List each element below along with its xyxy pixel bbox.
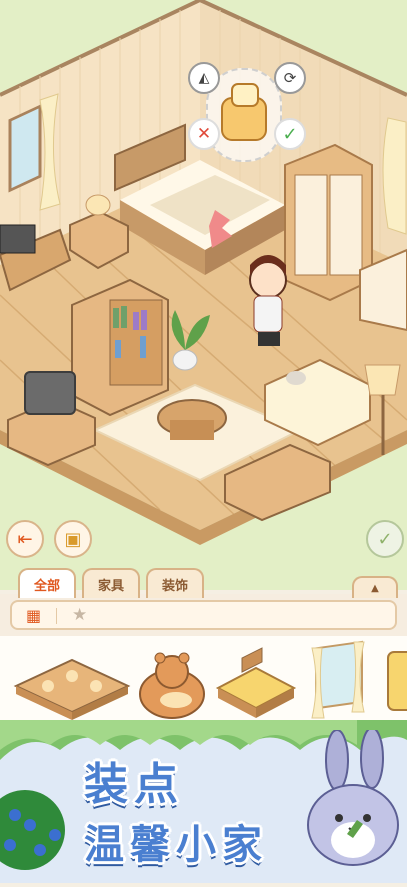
- filter-bar: ▦ ★: [10, 600, 397, 630]
- rotate-icon: ⟳: [283, 69, 297, 87]
- tab-all[interactable]: 全部: [18, 568, 77, 598]
- banner-title-line1: 装点: [84, 759, 184, 810]
- list-item[interactable]: [10, 642, 132, 722]
- star-icon[interactable]: ★: [72, 605, 87, 625]
- cancel-place-button[interactable]: ✕: [188, 118, 220, 150]
- check-icon: ✓: [282, 123, 298, 145]
- store-all-button[interactable]: ▣: [54, 520, 92, 558]
- room-scene[interactable]: ◭ ⟳ ✕ ✓ ⇤ ▣ ✓: [0, 0, 407, 590]
- divider: [56, 608, 57, 624]
- item-list: [0, 636, 407, 732]
- chevron-up-icon: ▲: [371, 582, 379, 594]
- partial-item-icon: [387, 651, 407, 711]
- tab-decoration[interactable]: 装饰: [146, 568, 205, 598]
- promo-banner: 装点 温馨小家: [0, 700, 407, 883]
- exit-icon: ⇤: [17, 528, 33, 550]
- flip-button[interactable]: ◭: [188, 62, 220, 94]
- exit-button[interactable]: ⇤: [6, 520, 44, 558]
- check-icon: ✓: [377, 528, 393, 550]
- confirm-place-button[interactable]: ✓: [274, 118, 306, 150]
- banner-title-line2: 温馨小家: [84, 822, 268, 868]
- list-item[interactable]: [212, 642, 298, 722]
- bunny-mascot-icon: [307, 730, 399, 866]
- confirm-layout-button[interactable]: ✓: [366, 520, 404, 558]
- collapse-panel-button[interactable]: ▲: [352, 576, 398, 598]
- corner-sofa-icon: [13, 658, 131, 720]
- list-item[interactable]: [384, 646, 407, 716]
- grid-icon[interactable]: ▦: [26, 606, 41, 625]
- tab-furniture[interactable]: 家具: [82, 568, 141, 598]
- bear-cushion-icon: [139, 652, 205, 719]
- curtain-window-icon: [311, 640, 365, 719]
- close-icon: ✕: [196, 124, 212, 144]
- list-item[interactable]: [304, 638, 372, 724]
- list-item[interactable]: [134, 642, 210, 722]
- wooden-bed-icon: [215, 647, 297, 718]
- rotate-button[interactable]: ⟳: [274, 62, 306, 94]
- category-tabs: 全部 家具 装饰: [18, 568, 205, 598]
- storage-box-icon: ▣: [64, 528, 82, 550]
- flip-icon: ◭: [198, 70, 210, 86]
